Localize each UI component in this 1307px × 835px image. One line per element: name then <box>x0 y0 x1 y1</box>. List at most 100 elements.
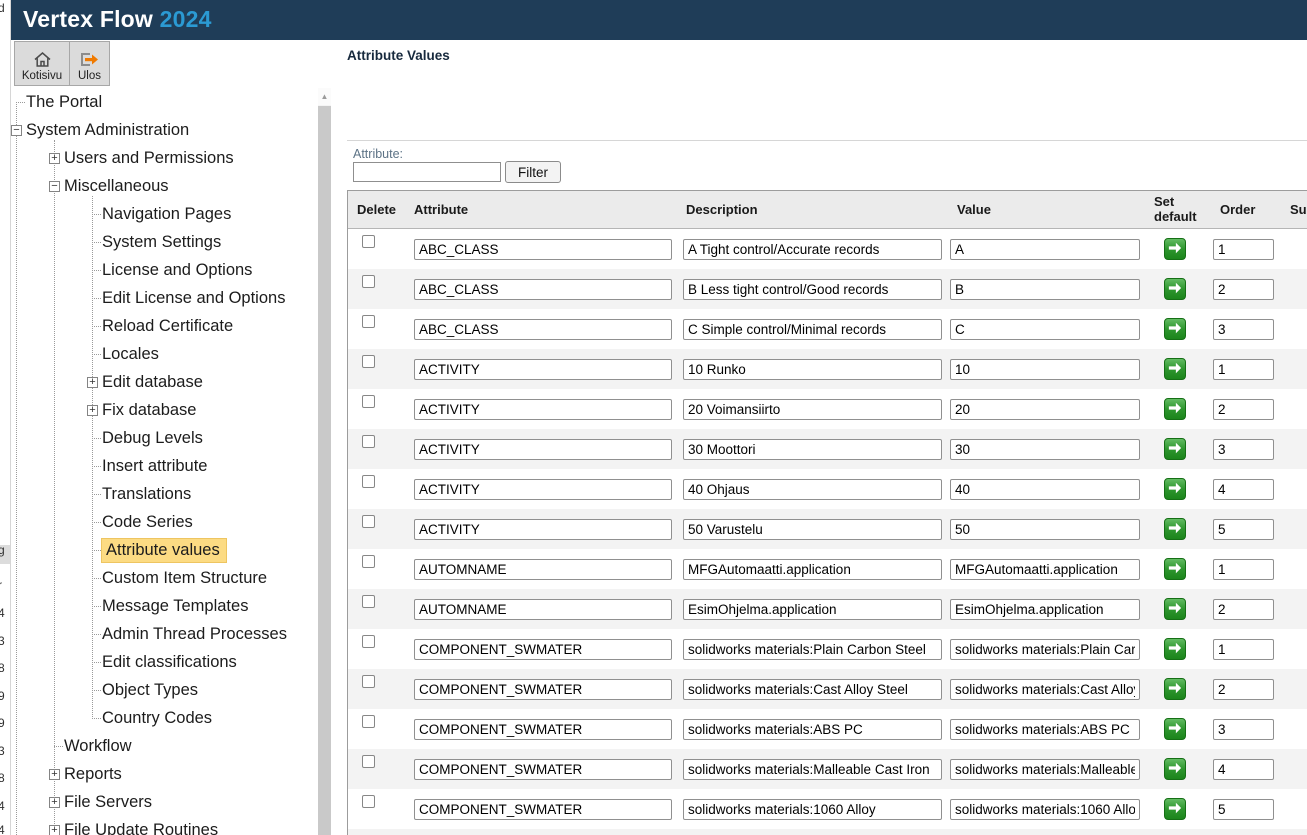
attribute-input[interactable] <box>414 759 672 780</box>
set-default-button[interactable] <box>1164 518 1186 540</box>
attribute-input[interactable] <box>414 319 672 340</box>
expand-icon[interactable]: + <box>49 153 60 164</box>
order-input[interactable] <box>1213 799 1274 820</box>
delete-checkbox[interactable] <box>362 635 375 648</box>
tree-item-reports[interactable]: +Reports <box>11 760 318 788</box>
tree-item-message-templates[interactable]: Message Templates <box>11 592 318 620</box>
order-input[interactable] <box>1213 599 1274 620</box>
order-input[interactable] <box>1213 479 1274 500</box>
delete-checkbox[interactable] <box>362 395 375 408</box>
delete-checkbox[interactable] <box>362 595 375 608</box>
delete-checkbox[interactable] <box>362 315 375 328</box>
value-input[interactable] <box>950 639 1140 660</box>
attribute-input[interactable] <box>414 799 672 820</box>
collapse-icon[interactable]: − <box>49 181 60 192</box>
description-input[interactable] <box>683 639 942 660</box>
delete-checkbox[interactable] <box>362 755 375 768</box>
value-input[interactable] <box>950 519 1140 540</box>
tree-scrollbar-thumb[interactable] <box>318 106 331 835</box>
tree-item-edit-classifications[interactable]: Edit classifications <box>11 648 318 676</box>
order-input[interactable] <box>1213 319 1274 340</box>
value-input[interactable] <box>950 279 1140 300</box>
tree-item-insert-attribute[interactable]: Insert attribute <box>11 452 318 480</box>
tree-item-attribute-values[interactable]: Attribute values <box>11 536 318 564</box>
order-input[interactable] <box>1213 399 1274 420</box>
description-input[interactable] <box>683 279 942 300</box>
tree-item-license-and-options[interactable]: License and Options <box>11 256 318 284</box>
description-input[interactable] <box>683 559 942 580</box>
attribute-input[interactable] <box>414 279 672 300</box>
value-input[interactable] <box>950 759 1140 780</box>
value-input[interactable] <box>950 799 1140 820</box>
delete-checkbox[interactable] <box>362 675 375 688</box>
attribute-input[interactable] <box>414 559 672 580</box>
tree-item-country-codes[interactable]: Country Codes <box>11 704 318 732</box>
order-input[interactable] <box>1213 719 1274 740</box>
tree-item-locales[interactable]: Locales <box>11 340 318 368</box>
tree-item-file-servers[interactable]: +File Servers <box>11 788 318 816</box>
attribute-input[interactable] <box>414 599 672 620</box>
tree-item-navigation-pages[interactable]: Navigation Pages <box>11 200 318 228</box>
set-default-button[interactable] <box>1164 318 1186 340</box>
order-input[interactable] <box>1213 359 1274 380</box>
description-input[interactable] <box>683 679 942 700</box>
set-default-button[interactable] <box>1164 798 1186 820</box>
tree-item-edit-database[interactable]: +Edit database <box>11 368 318 396</box>
value-input[interactable] <box>950 319 1140 340</box>
delete-checkbox[interactable] <box>362 235 375 248</box>
tree-item-code-series[interactable]: Code Series <box>11 508 318 536</box>
description-input[interactable] <box>683 399 942 420</box>
order-input[interactable] <box>1213 759 1274 780</box>
tree-item-fix-database[interactable]: +Fix database <box>11 396 318 424</box>
tree-item-users-and-permissions[interactable]: +Users and Permissions <box>11 144 318 172</box>
delete-checkbox[interactable] <box>362 435 375 448</box>
set-default-button[interactable] <box>1164 758 1186 780</box>
description-input[interactable] <box>683 759 942 780</box>
description-input[interactable] <box>683 439 942 460</box>
tree-item-system-administration[interactable]: −System Administration <box>11 116 318 144</box>
set-default-button[interactable] <box>1164 478 1186 500</box>
attribute-input[interactable] <box>414 399 672 420</box>
tree-item-edit-license-and-options[interactable]: Edit License and Options <box>11 284 318 312</box>
filter-button[interactable]: Filter <box>505 161 561 183</box>
description-input[interactable] <box>683 599 942 620</box>
set-default-button[interactable] <box>1164 718 1186 740</box>
attribute-input[interactable] <box>414 639 672 660</box>
order-input[interactable] <box>1213 519 1274 540</box>
description-input[interactable] <box>683 799 942 820</box>
expand-icon[interactable]: + <box>87 377 98 388</box>
attribute-input[interactable] <box>414 439 672 460</box>
attribute-input[interactable] <box>414 679 672 700</box>
tree-item-system-settings[interactable]: System Settings <box>11 228 318 256</box>
delete-checkbox[interactable] <box>362 715 375 728</box>
tree-item-miscellaneous[interactable]: −Miscellaneous <box>11 172 318 200</box>
collapse-icon[interactable]: − <box>11 125 22 136</box>
attribute-input[interactable] <box>414 719 672 740</box>
set-default-button[interactable] <box>1164 438 1186 460</box>
set-default-button[interactable] <box>1164 678 1186 700</box>
home-button[interactable]: Kotisivu <box>15 42 69 85</box>
attribute-input[interactable] <box>414 519 672 540</box>
description-input[interactable] <box>683 719 942 740</box>
value-input[interactable] <box>950 399 1140 420</box>
tree-item-reload-certificate[interactable]: Reload Certificate <box>11 312 318 340</box>
description-input[interactable] <box>683 519 942 540</box>
value-input[interactable] <box>950 479 1140 500</box>
set-default-button[interactable] <box>1164 398 1186 420</box>
delete-checkbox[interactable] <box>362 355 375 368</box>
order-input[interactable] <box>1213 559 1274 580</box>
set-default-button[interactable] <box>1164 238 1186 260</box>
description-input[interactable] <box>683 319 942 340</box>
tree-scrollbar[interactable]: ▲ <box>318 88 331 835</box>
set-default-button[interactable] <box>1164 638 1186 660</box>
value-input[interactable] <box>950 559 1140 580</box>
attribute-input[interactable] <box>414 359 672 380</box>
expand-icon[interactable]: + <box>49 825 60 835</box>
order-input[interactable] <box>1213 239 1274 260</box>
delete-checkbox[interactable] <box>362 275 375 288</box>
delete-checkbox[interactable] <box>362 515 375 528</box>
expand-icon[interactable]: + <box>49 797 60 808</box>
tree-item-the-portal[interactable]: The Portal <box>11 88 318 116</box>
delete-checkbox[interactable] <box>362 555 375 568</box>
delete-checkbox[interactable] <box>362 795 375 808</box>
